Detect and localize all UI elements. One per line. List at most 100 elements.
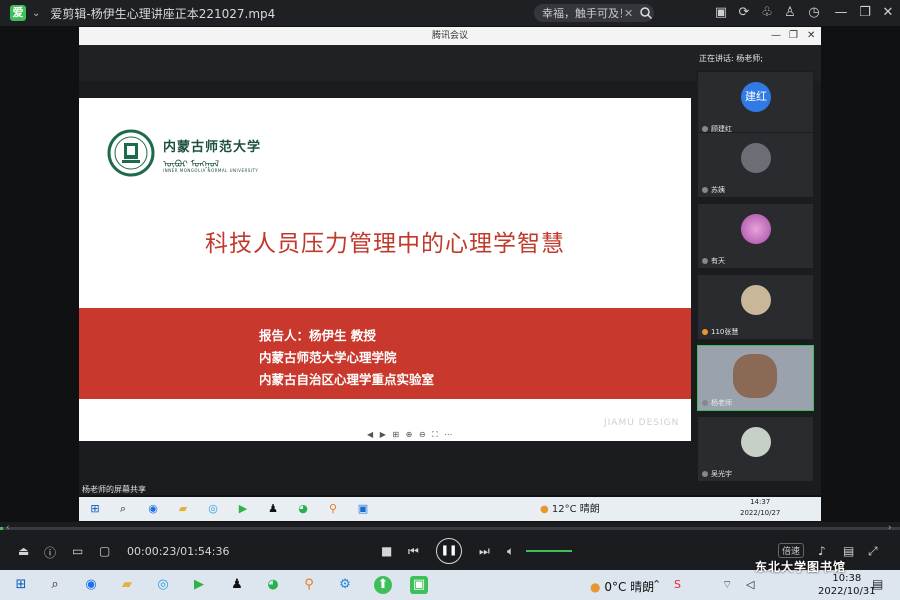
video-title: 爱剪辑-杨伊生心理讲座正本221027.mp4	[50, 6, 276, 21]
wifi-icon[interactable]: ⌔	[722, 578, 732, 592]
browser-icon[interactable]: ◎	[154, 576, 172, 594]
chevron-down-icon[interactable]: ⌄	[32, 8, 40, 19]
meeting-app-icon: ▣	[357, 502, 369, 515]
speed-button[interactable]: 倍速	[778, 543, 805, 558]
qq-icon[interactable]: ♟	[228, 576, 246, 594]
university-name: 内蒙古师范大学	[163, 140, 262, 155]
participant-tile[interactable]: 有天	[697, 203, 814, 269]
speaker-icon[interactable]: ◁	[746, 578, 754, 591]
player-icon: ▶	[238, 502, 248, 515]
participant-tile[interactable]: 吴光宇	[697, 416, 814, 482]
previous-icon[interactable]: ⏮	[408, 544, 419, 559]
maximize-icon[interactable]: ❐	[857, 5, 873, 21]
participant-tile[interactable]: 苏姨	[697, 132, 814, 198]
host-weather: 0°C 晴朗	[604, 580, 655, 594]
participant-video-tile[interactable]: 杨老师	[697, 345, 814, 411]
participant-tile[interactable]: 110张慧	[697, 274, 814, 340]
inner-date: 2022/10/27	[740, 509, 781, 517]
wechat-icon[interactable]: ◕	[264, 576, 282, 594]
timecode: 00:00:23/01:54:36	[127, 545, 230, 558]
clear-icon[interactable]: ✕	[624, 7, 633, 20]
meeting-title: 腾讯会议	[431, 31, 468, 41]
participant-name: 吴光宇	[711, 470, 732, 478]
slide-watermark: JIAMU DESIGN	[604, 418, 680, 428]
mic-icon	[702, 329, 708, 335]
aijianji-app-icon[interactable]: ▣	[410, 576, 428, 594]
stop-icon[interactable]: ■	[381, 544, 392, 558]
pause-button[interactable]: ❚❚	[436, 538, 462, 564]
slide-title: 科技人员压力管理中的心理学智慧	[205, 231, 565, 257]
mic-icon	[702, 258, 708, 264]
comment-icon[interactable]: ▢	[99, 544, 110, 558]
eject-icon[interactable]: ⏏	[18, 544, 29, 558]
skin-icon[interactable]: ♧	[759, 5, 775, 21]
meeting-maximize-icon[interactable]: ❐	[789, 27, 798, 45]
info-icon[interactable]: ⓘ	[44, 544, 56, 561]
search-icon[interactable]	[639, 6, 653, 20]
screen-share-label: 杨老师的屏幕共享	[82, 485, 146, 494]
search-icon: ⌕	[119, 502, 127, 515]
participant-name: 杨老师	[711, 399, 732, 407]
wechat-icon: ◕	[298, 502, 308, 515]
university-seal-icon	[107, 129, 155, 177]
speaking-indicator: 正在讲话: 杨老师;	[699, 54, 763, 63]
avatar	[741, 427, 771, 457]
windows-icon: ⊞	[90, 502, 100, 515]
edge-icon[interactable]: ◉	[82, 576, 100, 594]
participant-name: 110张慧	[711, 328, 739, 336]
university-name-english: INNER MONGOLIA NORMAL UNIVERSITY	[163, 168, 259, 173]
weather-sun-icon: ●	[590, 580, 601, 594]
screenshot-icon[interactable]: ▣	[713, 5, 729, 21]
browser-icon: ◎	[208, 502, 218, 515]
refresh-icon[interactable]: ⟳	[736, 5, 752, 21]
meeting-minimize-icon[interactable]: —	[771, 27, 781, 45]
camera-feed	[733, 354, 777, 398]
slide-lab: 内蒙古自治区心理学重点实验室	[259, 372, 435, 387]
participant-name: 苏姨	[711, 186, 725, 194]
avatar	[741, 214, 771, 244]
close-icon[interactable]: ✕	[880, 5, 896, 21]
meeting-close-icon[interactable]: ✕	[807, 27, 815, 45]
next-icon[interactable]: ⏭	[479, 544, 490, 559]
chevron-left-icon[interactable]: ‹	[6, 523, 10, 533]
search-input[interactable]: 幸福，触手可及！	[542, 5, 622, 21]
search-app-icon[interactable]: ⚲	[300, 576, 318, 594]
edge-icon: ◉	[148, 502, 158, 515]
upload-app-icon[interactable]: ⬆	[374, 576, 392, 594]
shirt-icon[interactable]: ♙	[782, 5, 798, 21]
minimize-icon[interactable]: —	[833, 5, 849, 21]
slide-controls[interactable]: ◀ ▶ ⊞ ⊕ ⊖ ⛶ ⋯	[367, 430, 454, 440]
meeting-titlebar: 腾讯会议 — ❐ ✕	[79, 27, 821, 45]
host-clock[interactable]: 10:38 2022/10/31	[818, 572, 876, 598]
app-logo-icon[interactable]: 爱	[10, 5, 26, 21]
qq-icon: ♟	[268, 502, 278, 515]
subtitle-icon[interactable]: ▭	[72, 544, 83, 558]
avatar	[741, 285, 771, 315]
player-icon[interactable]: ▶	[190, 576, 208, 594]
history-icon[interactable]: ◷	[806, 5, 822, 21]
progress-bar[interactable]	[0, 527, 900, 530]
fullscreen-icon[interactable]: ⤢	[868, 544, 878, 559]
bag-icon[interactable]: ▤	[843, 544, 854, 558]
avatar	[741, 143, 771, 173]
settings-app-icon[interactable]: ⚙	[336, 576, 354, 594]
folder-icon: ▰	[178, 502, 188, 515]
mic-icon[interactable]: ♪	[818, 544, 826, 558]
notification-icon[interactable]: ▤	[872, 577, 883, 591]
slide-reporter: 报告人：杨伊生 教授	[259, 328, 376, 343]
tray-app-icon[interactable]: S	[674, 578, 681, 591]
chevron-right-icon[interactable]: ›	[888, 523, 892, 533]
taskbar-search-icon[interactable]: ⌕	[46, 576, 64, 594]
participant-tile[interactable]: 建红 顾建红	[697, 71, 814, 137]
search-app-icon: ⚲	[328, 502, 338, 515]
folder-icon[interactable]: ▰	[118, 576, 136, 594]
tray-expand-icon[interactable]: ⌃	[652, 578, 661, 591]
weather-sun-icon: ●	[540, 504, 549, 515]
volume-icon[interactable]: 🔈︎	[507, 544, 514, 559]
progress-fill	[0, 527, 4, 530]
search-box[interactable]: 幸福，触手可及！ ✕	[534, 4, 654, 22]
meeting-window: 腾讯会议 — ❐ ✕ 正在讲话: 杨老师; 内蒙古师范大学 ᠥᠪᠦᠷ ᠮᠣᠩᠭᠣ…	[79, 27, 821, 495]
windows-start-icon[interactable]: ⊞	[12, 576, 30, 594]
inner-weather: 12°C 晴朗	[551, 504, 600, 515]
volume-slider[interactable]	[526, 550, 572, 552]
